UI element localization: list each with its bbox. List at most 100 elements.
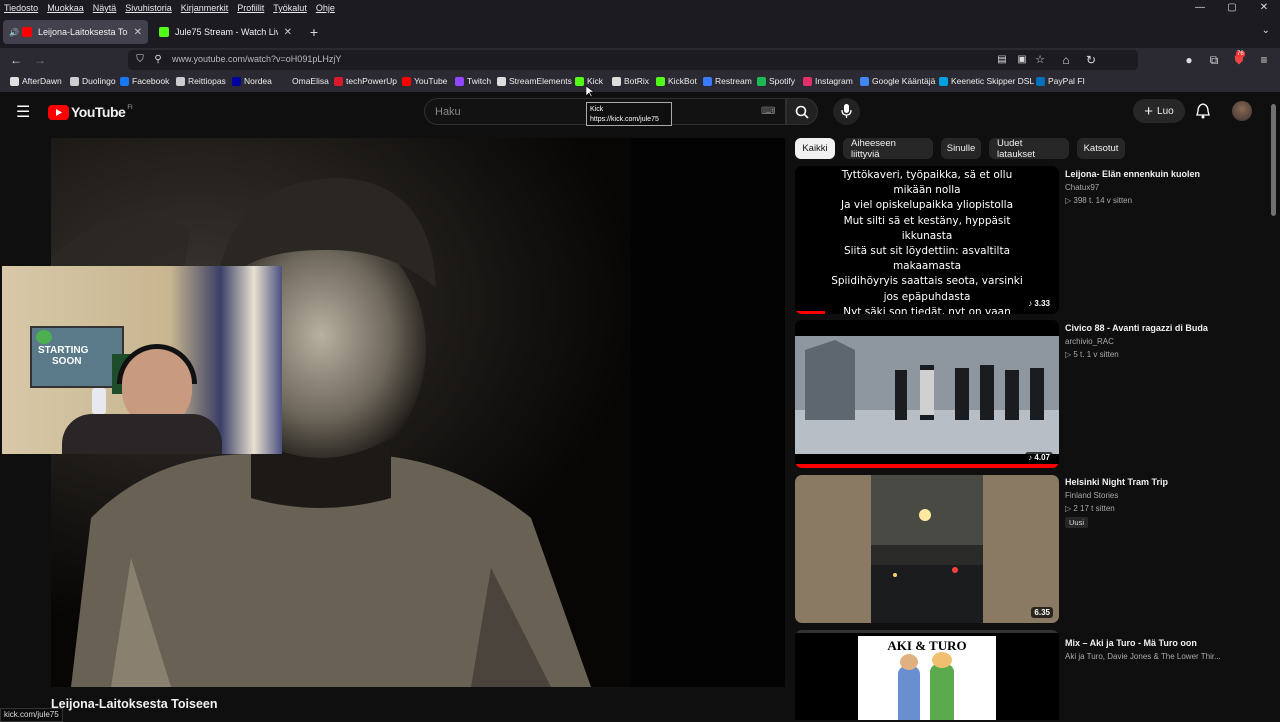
- bookmark-keenetic-skipper-dsl[interactable]: Keenetic Skipper DSL: [939, 76, 1034, 86]
- create-button[interactable]: + Luo: [1133, 99, 1185, 123]
- bookmarks-toolbar: AfterDawn Duolingo Facebook Reittiopas Norde…: [0, 72, 1280, 92]
- bookmark-label: Keenetic Skipper DSL: [951, 76, 1035, 86]
- bookmark-botrix[interactable]: BotRix: [612, 76, 649, 86]
- tab-youtube[interactable]: 🔊 Leijona-Laitoksesta Toiseen ✕: [3, 20, 148, 44]
- menu-item-view[interactable]: Näytä: [89, 3, 122, 13]
- url-text[interactable]: www.youtube.com/watch?v=oH091pLHzjY: [172, 54, 341, 64]
- shield-icon[interactable]: ⛉: [132, 52, 148, 68]
- close-window-button[interactable]: ✕: [1248, 0, 1280, 16]
- rec-channel[interactable]: Chatux97: [1065, 183, 1099, 192]
- lyrics-line: ikkunasta: [901, 229, 953, 242]
- rec-channel[interactable]: archivio_RAC: [1065, 337, 1114, 346]
- streamelements-icon: [497, 76, 506, 86]
- close-tab-icon[interactable]: ✕: [134, 27, 142, 38]
- bookmark-kickbot[interactable]: KickBot: [656, 76, 697, 86]
- video-title: Leijona-Laitoksesta Toiseen: [51, 697, 218, 711]
- bookmark-label: Duolingo: [82, 76, 116, 86]
- rec-thumbnail-2[interactable]: ♪ 4.07: [795, 320, 1059, 468]
- chip-for-you[interactable]: Sinulle: [941, 138, 981, 159]
- tab-bar: 🔊 Leijona-Laitoksesta Toiseen ✕ Jule75 S…: [0, 16, 1280, 48]
- bookmark-reittiopas[interactable]: Reittiopas: [176, 76, 226, 86]
- home-icon[interactable]: ⌂: [1058, 52, 1074, 68]
- notifications-bell-icon[interactable]: [1196, 103, 1210, 119]
- back-arrow-icon[interactable]: ←: [8, 52, 24, 68]
- webcam-overlay: STARTING SOON: [2, 266, 282, 454]
- permissions-icon[interactable]: ⚲: [150, 52, 166, 68]
- chip-all[interactable]: Kaikki: [795, 138, 835, 159]
- rec-channel[interactable]: Aki ja Turo, Davie Jones & The Lower Thi…: [1065, 652, 1221, 661]
- bookmark-afterdawn[interactable]: AfterDawn: [10, 76, 62, 86]
- rec-thumbnail-4[interactable]: AKI & TURO: [795, 630, 1059, 720]
- bookmark-spotify[interactable]: Spotify: [757, 76, 795, 86]
- scrollbar[interactable]: [1271, 104, 1276, 216]
- voice-search-button[interactable]: [833, 98, 860, 125]
- bookmark-label: Restream: [715, 76, 752, 86]
- bookmark-omaelisa[interactable]: OmaElisa: [280, 76, 329, 86]
- cover-figure-2: [930, 664, 954, 720]
- bookmark-paypal-fi[interactable]: PayPal FI: [1036, 76, 1085, 86]
- search-icon: [795, 105, 809, 119]
- bookmark-instagram[interactable]: Instagram: [803, 76, 853, 86]
- rec-title[interactable]: Leijona- Elän ennenkuin kuolen: [1065, 169, 1200, 179]
- bookmark-restream[interactable]: Restream: [703, 76, 752, 86]
- rec-title[interactable]: Civico 88 - Avanti ragazzi di Buda: [1065, 323, 1208, 333]
- avatar[interactable]: [1232, 101, 1252, 121]
- menu-item-tools[interactable]: Työkalut: [269, 3, 312, 13]
- youtube-logo[interactable]: YouTube FI: [48, 104, 133, 120]
- rec-thumbnail-3[interactable]: 6.35: [795, 475, 1059, 623]
- app-menu-icon[interactable]: ≡: [1256, 52, 1272, 68]
- search-button[interactable]: [786, 98, 818, 125]
- close-tab-icon[interactable]: ✕: [284, 27, 292, 38]
- plus-icon: +: [1144, 102, 1154, 120]
- mix-cover-image: AKI & TURO: [858, 636, 996, 720]
- account-icon[interactable]: ●: [1181, 52, 1197, 68]
- youtube-favicon-icon: [21, 27, 32, 37]
- chip-watched[interactable]: Katsotut: [1077, 138, 1125, 159]
- maximize-button[interactable]: ▢: [1216, 0, 1248, 16]
- google-translate-icon: [860, 76, 869, 86]
- rec-title[interactable]: Mix – Aki ja Turo - Mä Turo oon: [1065, 638, 1197, 648]
- rec-title[interactable]: Helsinki Night Tram Trip: [1065, 477, 1168, 487]
- lyrics-line: Ja viel opiskelupaikka yliopistolla: [840, 199, 1014, 212]
- tab-kick[interactable]: Jule75 Stream - Watch Live on K ✕: [153, 20, 298, 44]
- rec-thumbnail-1[interactable]: Tyttökaveri, työpaikka, sä et ollu mikään…: [795, 166, 1059, 314]
- reader-view-icon[interactable]: ▤: [994, 52, 1010, 68]
- bookmark-youtube[interactable]: YouTube: [402, 76, 447, 86]
- duration-text: 4.07: [1034, 453, 1050, 462]
- list-tabs-chevron-icon[interactable]: ⌄: [1262, 25, 1270, 36]
- bookmark-nordea[interactable]: Nordea: [232, 76, 272, 86]
- menu-item-bookmarks[interactable]: Kirjanmerkit: [177, 3, 234, 13]
- new-tab-button[interactable]: +: [306, 24, 322, 40]
- menu-item-profiles[interactable]: Profiilit: [233, 3, 269, 13]
- menu-item-edit[interactable]: Muokkaa: [43, 3, 89, 13]
- address-bar[interactable]: ⛉ ⚲ www.youtube.com/watch?v=oH091pLHzjY …: [128, 50, 1138, 70]
- hamburger-menu-icon[interactable]: ☰: [16, 102, 30, 122]
- minimize-button[interactable]: —: [1184, 0, 1216, 16]
- picture-in-picture-icon[interactable]: ▣: [1014, 52, 1030, 68]
- create-label: Luo: [1157, 105, 1174, 117]
- bookmark-kick[interactable]: Kick: [575, 76, 603, 86]
- chip-recent-uploads[interactable]: Uudet lataukset: [989, 138, 1069, 160]
- extensions-icon[interactable]: ⧉: [1206, 52, 1222, 68]
- menu-item-history[interactable]: Sivuhistoria: [121, 3, 177, 13]
- extension-badge: 76: [1236, 51, 1245, 57]
- bookmark-duolingo[interactable]: Duolingo: [70, 76, 116, 86]
- reload-icon[interactable]: ↻: [1083, 52, 1099, 68]
- menu-item-file[interactable]: Tiedosto: [0, 3, 43, 13]
- lyrics-line: Mut silti sä et kestäny, hyppäsit: [843, 214, 1011, 227]
- botrix-icon: [612, 76, 621, 86]
- bookmark-facebook[interactable]: Facebook: [120, 76, 169, 86]
- menu-item-help[interactable]: Ohje: [312, 3, 340, 13]
- bookmark-streamelements[interactable]: StreamElements: [497, 76, 572, 86]
- bookmark-techpowerup[interactable]: techPowerUp: [334, 76, 397, 86]
- youtube-play-logo-icon: [48, 104, 69, 120]
- rec-channel[interactable]: Finland Stories: [1065, 491, 1118, 500]
- bookmark-label: Google Kääntäjä: [872, 76, 936, 86]
- bookmark-star-icon[interactable]: ☆: [1032, 52, 1048, 68]
- chip-related[interactable]: Aiheeseen liittyviä: [843, 138, 933, 160]
- bookmark-twitch[interactable]: Twitch: [455, 76, 491, 86]
- keyboard-icon[interactable]: ⌨: [761, 106, 775, 117]
- bookmark-google-k-nt-j-[interactable]: Google Kääntäjä: [860, 76, 935, 86]
- bookmark-label: Nordea: [244, 76, 272, 86]
- forward-arrow-icon[interactable]: →: [32, 52, 48, 68]
